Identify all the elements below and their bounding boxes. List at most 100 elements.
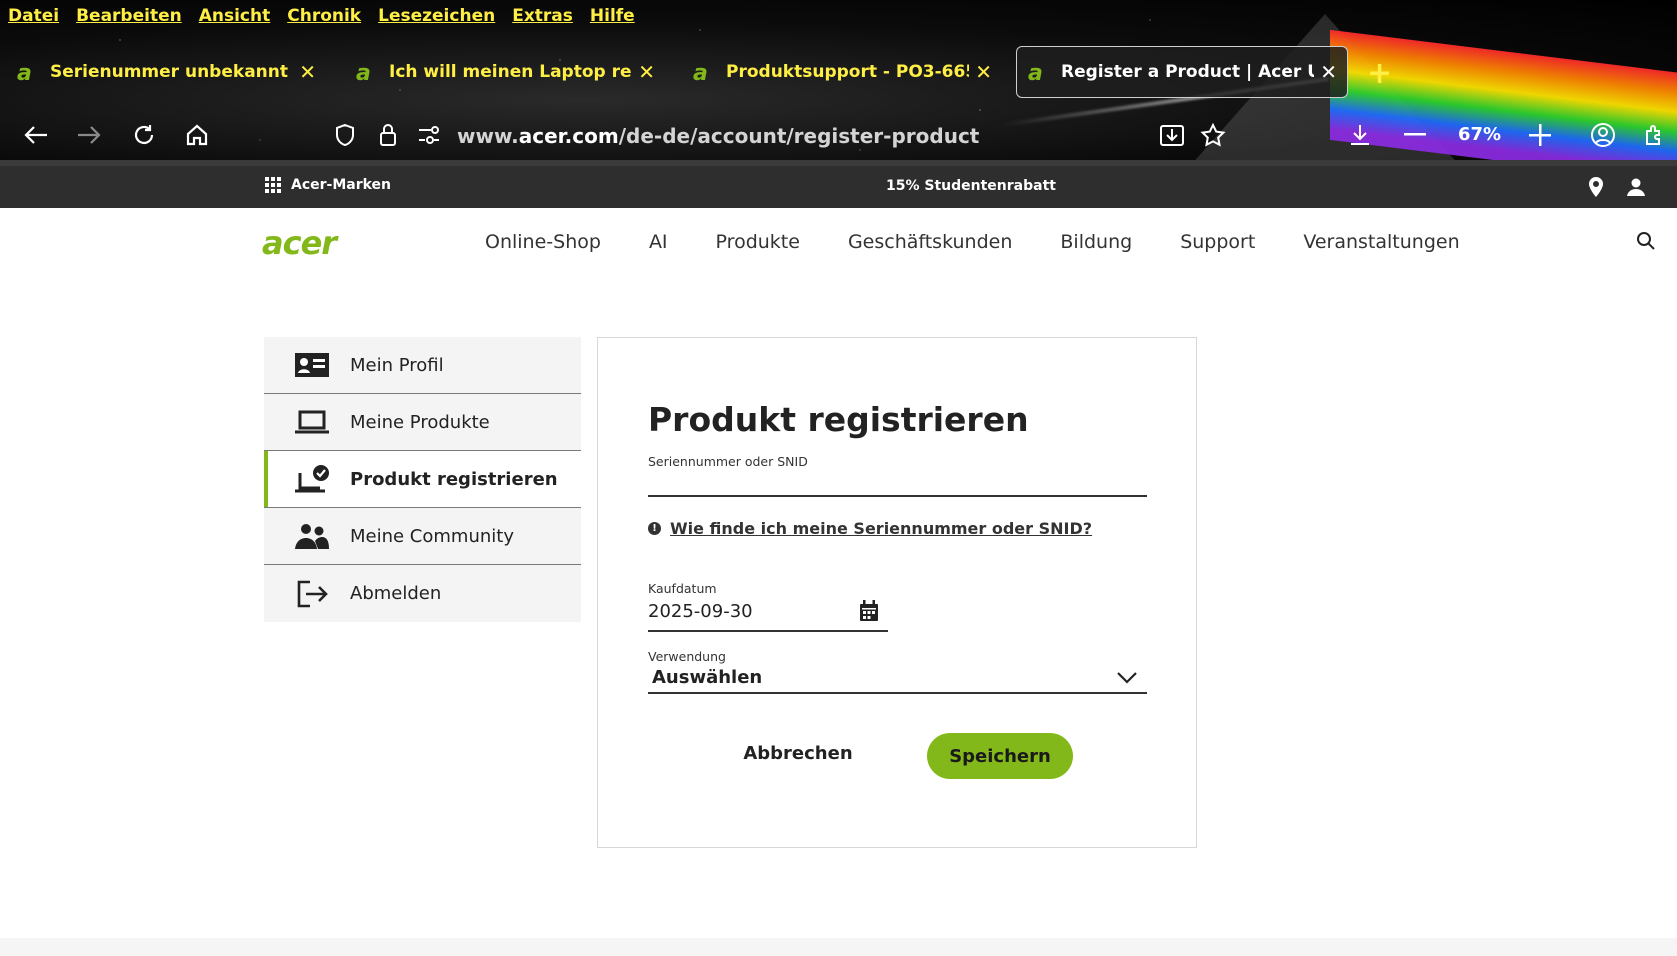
downloads-icon[interactable] (1343, 118, 1377, 152)
zoom-out-icon[interactable] (1398, 118, 1432, 152)
svg-text:a: a (356, 61, 371, 83)
zoom-in-icon[interactable] (1523, 118, 1557, 152)
nav-produkte[interactable]: Produkte (716, 231, 800, 253)
menu-bar: Datei Bearbeiten Ansicht Chronik Lesezei… (0, 2, 652, 30)
laptop-icon (294, 406, 330, 438)
chevron-down-icon[interactable] (1116, 670, 1138, 686)
serial-number-label: Seriennummer oder SNID (648, 454, 808, 469)
tab-close-icon[interactable]: ✕ (975, 60, 992, 84)
nav-geschaeftskunden[interactable]: Geschäftskunden (848, 231, 1012, 253)
search-icon[interactable] (1636, 231, 1660, 255)
info-icon: ! (648, 522, 661, 535)
footer-strip (0, 938, 1677, 956)
svg-text:a: a (693, 61, 708, 83)
sidebar-item-produkt-registrieren[interactable]: Produkt registrieren (264, 451, 581, 508)
site-top-bar: Acer-Marken 15% Studentenrabatt (0, 166, 1677, 208)
sidebar-item-mein-profil[interactable]: Mein Profil (264, 337, 581, 394)
back-arrow-icon[interactable] (19, 118, 53, 152)
save-button[interactable]: Speichern (927, 733, 1073, 779)
usage-label: Verwendung (648, 649, 726, 664)
tab-close-icon[interactable]: ✕ (299, 60, 316, 84)
nav-support[interactable]: Support (1180, 231, 1255, 253)
chrome-divider (0, 160, 1677, 166)
svg-text:a: a (1028, 61, 1043, 83)
purchase-date-input[interactable]: 2025-09-30 (648, 601, 753, 622)
page-title: Produkt registrieren (648, 400, 1029, 439)
shield-icon[interactable] (328, 118, 362, 152)
nav-online-shop[interactable]: Online-Shop (485, 231, 601, 253)
tab-strip: a Serienummer unbekannt - Acer ✕ a Ich w… (0, 46, 1677, 98)
sidebar-item-meine-community[interactable]: Meine Community (264, 508, 581, 565)
tab-close-icon[interactable]: ✕ (1320, 60, 1337, 84)
menu-lesezeichen[interactable]: Lesezeichen (378, 2, 495, 30)
sidebar-item-label: Meine Community (350, 525, 514, 547)
sidebar-item-meine-produkte[interactable]: Meine Produkte (264, 394, 581, 451)
location-pin-icon[interactable] (1584, 175, 1608, 199)
new-tab-button[interactable]: + (1367, 56, 1392, 91)
svg-text:a: a (17, 61, 32, 83)
tab-close-icon[interactable]: ✕ (638, 60, 655, 84)
sidebar-item-label: Meine Produkte (350, 411, 490, 433)
nav-veranstaltungen[interactable]: Veranstaltungen (1303, 231, 1459, 253)
permissions-icon[interactable] (412, 118, 446, 152)
url-host: acer.com (518, 124, 619, 148)
browser-tab-1[interactable]: a Serienummer unbekannt - Acer ✕ (6, 46, 326, 98)
calendar-icon[interactable] (859, 600, 881, 622)
purchase-date-label: Kaufdatum (648, 581, 717, 596)
acer-brands-menu[interactable]: Acer-Marken (265, 177, 391, 193)
usage-underline (648, 692, 1147, 694)
forward-arrow-icon[interactable] (72, 118, 106, 152)
lock-icon[interactable] (371, 118, 405, 152)
serial-number-input[interactable] (648, 495, 1147, 497)
nav-bildung[interactable]: Bildung (1060, 231, 1132, 253)
bookmark-star-icon[interactable] (1196, 118, 1230, 152)
register-product-form: Produkt registrieren Seriennummer oder S… (597, 337, 1197, 848)
sidebar-item-abmelden[interactable]: Abmelden (264, 565, 581, 622)
menu-datei[interactable]: Datei (8, 2, 59, 30)
grid-icon (265, 177, 281, 193)
nav-ai[interactable]: AI (649, 231, 668, 253)
extensions-icon[interactable] (1638, 118, 1672, 152)
acer-favicon-icon: a (692, 59, 718, 85)
zoom-level[interactable]: 67% (1458, 124, 1501, 145)
browser-tab-active[interactable]: a Register a Product | Acer United ✕ (1016, 46, 1348, 98)
laptop-check-icon (294, 463, 330, 495)
menu-chronik[interactable]: Chronik (287, 2, 361, 30)
acer-logo[interactable]: acer (262, 224, 337, 262)
home-icon[interactable] (180, 118, 214, 152)
user-icon[interactable] (1624, 175, 1648, 199)
menu-bearbeiten[interactable]: Bearbeiten (76, 2, 182, 30)
account-icon[interactable] (1586, 118, 1620, 152)
url-prefix: www. (457, 124, 519, 148)
serial-help-link[interactable]: Wie finde ich meine Seriennummer oder SN… (670, 519, 1092, 538)
acer-favicon-icon: a (16, 59, 42, 85)
tab-title: Serienummer unbekannt - Acer (50, 62, 293, 82)
users-icon (294, 520, 330, 552)
acer-favicon-icon: a (1027, 59, 1053, 85)
main-navigation: acer Online-Shop AI Produkte Geschäftsku… (0, 208, 1677, 278)
promo-link[interactable]: 15% Studentenrabatt (886, 178, 1056, 194)
browser-tab-3[interactable]: a Produktsupport - PO3-665_H ✕ (682, 46, 1002, 98)
sidebar-item-label: Produkt registrieren (350, 468, 558, 490)
url-path: /de-de/account/register-product (618, 124, 980, 148)
sidebar-item-label: Abmelden (350, 583, 442, 604)
url-bar[interactable]: www.acer.com/de-de/account/register-prod… (457, 124, 979, 148)
tab-title: Produktsupport - PO3-665_H (726, 62, 969, 82)
browser-tab-2[interactable]: a Ich will meinen Laptop registrieren ✕ (345, 46, 665, 98)
tab-title: Ich will meinen Laptop registrieren (389, 62, 632, 82)
serial-help-row: ! Wie finde ich meine Seriennummer oder … (648, 519, 1092, 538)
menu-ansicht[interactable]: Ansicht (199, 2, 271, 30)
save-to-pocket-icon[interactable] (1155, 118, 1189, 152)
usage-select[interactable]: Auswählen (652, 667, 762, 688)
browser-chrome: Datei Bearbeiten Ansicht Chronik Lesezei… (0, 0, 1677, 166)
purchase-date-underline (648, 630, 888, 632)
menu-extras[interactable]: Extras (512, 2, 573, 30)
brands-label: Acer-Marken (291, 177, 392, 193)
id-card-icon (294, 349, 330, 381)
nav-toolbar: www.acer.com/de-de/account/register-prod… (0, 110, 1677, 160)
menu-hilfe[interactable]: Hilfe (590, 2, 635, 30)
reload-icon[interactable] (127, 118, 161, 152)
tab-title: Register a Product | Acer United (1061, 62, 1315, 82)
cancel-button[interactable]: Abbrechen (728, 731, 868, 775)
sidebar-item-label: Mein Profil (350, 354, 444, 376)
